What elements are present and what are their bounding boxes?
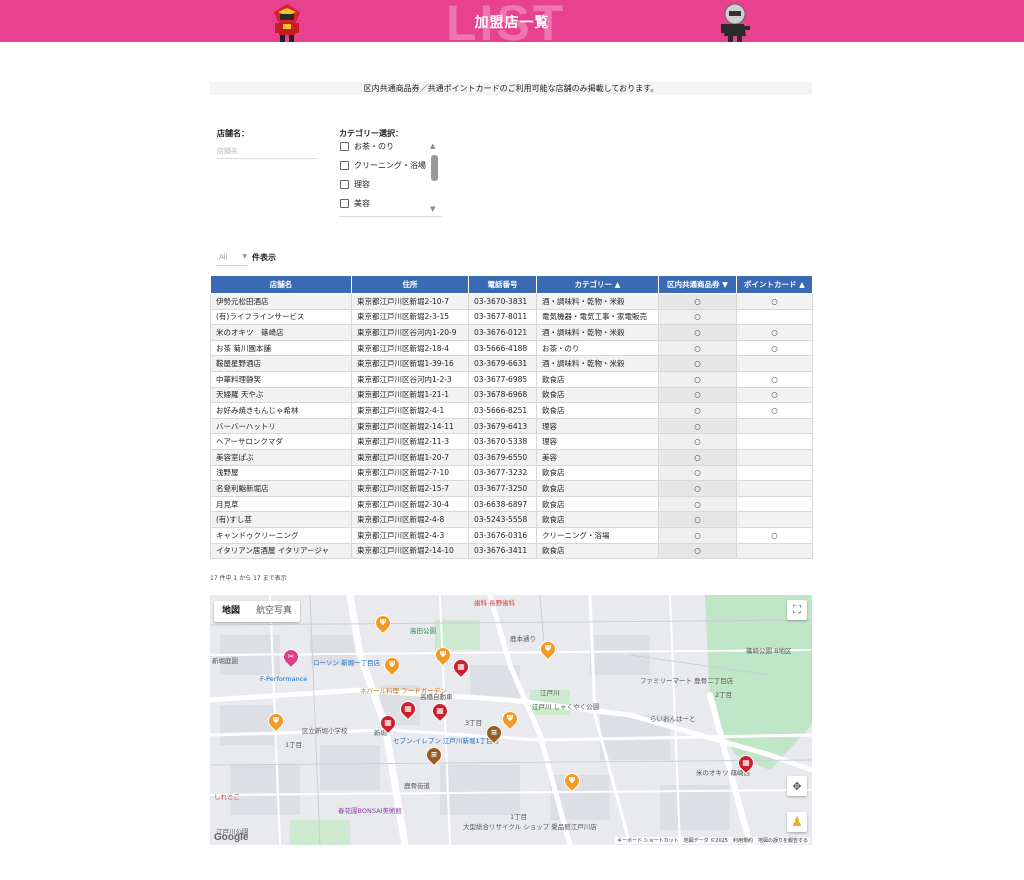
map-label: セブン-イレブン 江戸川新堀1丁目店 [393, 737, 500, 745]
table-row: 浅野屋 東京都江戸川区新堀2-7-10 03-3677-3232 飲食店 ○ [210, 464, 813, 482]
map-camera-control-icon[interactable]: ✥ [787, 776, 807, 796]
scroll-down-arrow-icon[interactable]: ▼ [430, 205, 435, 213]
category-scrollbar-thumb[interactable] [431, 155, 438, 181]
store-table: 店舗名 住所 電話番号 カテゴリー ▲ 区内共通商品券 ▼ ポイントカード ▲ … [210, 275, 813, 560]
checkbox[interactable] [340, 141, 349, 151]
category-option[interactable]: 理容 [340, 178, 370, 190]
map-label: 高田公園 [410, 627, 436, 635]
category-listbox[interactable]: お茶・のり クリーニング・浴場 理容 美容 [339, 138, 442, 217]
scroll-up-arrow-icon[interactable]: ▲ [430, 142, 435, 150]
google-logo: Google [214, 832, 249, 843]
store-name-label: 店舗名： [217, 129, 249, 138]
chevron-down-icon: ▼ [242, 253, 247, 260]
map-label: しれとこ [214, 793, 240, 801]
map-label: 2丁目 [715, 691, 733, 699]
pegman-icon[interactable]: ♟ [787, 812, 807, 832]
table-row: (有)ライフラインサービス 東京都江戸川区新堀2-3-15 03-3677-8011… [210, 308, 813, 326]
table-row: 伊勢元松田酒店 東京都江戸川区新堀2-10-7 03-3670-3831 酒・調味料・… [210, 293, 813, 310]
table-row: イタリアン居酒屋 イタリアージャ 東京都江戸川区新堀2-14-10 03-3676-… [210, 542, 813, 560]
table-header-row: 店舗名 住所 電話番号 カテゴリー ▲ 区内共通商品券 ▼ ポイントカード ▲ [210, 275, 813, 294]
col-header-category[interactable]: カテゴリー ▲ [536, 275, 659, 294]
sort-asc-icon: ▲ [614, 280, 621, 289]
checkbox[interactable] [340, 160, 349, 170]
map-label: 歯科 長野歯科 [474, 599, 516, 607]
category-option[interactable]: 美容 [340, 197, 370, 209]
table-row: ヘアーサロンクマダ 東京都江戸川区新堀2-11-3 03-3670-5338 理容 ○ [210, 433, 813, 450]
map-label: 1丁目 [285, 741, 303, 749]
map-label: ローソン 新堀一丁目店 [313, 659, 381, 667]
table-row: (有)すし甚 東京都江戸川区新堀2-4-8 03-5243-5558 飲食店 ○ [210, 511, 813, 528]
map-label: 篠崎公園 B地区 [746, 647, 792, 655]
checkbox[interactable] [340, 198, 349, 208]
map-type-tabs: 地図 航空写真 [214, 601, 301, 622]
notice-banner: 区内共通商品券／共通ポイントカードのご利用可能な店舗のみ掲載しております。 [210, 82, 812, 95]
table-row: お好み焼きもんじゃ希林 東京都江戸川区新堀2-4-1 03-5666-8251 飲食店… [210, 402, 813, 419]
category-option[interactable]: クリーニング・浴場 [340, 159, 426, 171]
map-label: 江戸川 しゃくやく公園 [532, 703, 600, 711]
category-option[interactable]: お茶・のり [340, 140, 394, 152]
map-label: 鹿骨街道 [404, 782, 430, 790]
table-info: 17 件中 1 から 17 まで表示 [210, 575, 287, 582]
table-row: バーバーハットリ 東京都江戸川区新堀2-14-11 03-3679-6413 理容 ○ [210, 417, 813, 435]
map-tab-satellite[interactable]: 航空写真 [248, 601, 300, 622]
map-label: らいおんはーと [650, 715, 696, 723]
sort-desc-icon: ▼ [722, 280, 728, 289]
map-label: ファミリーマート 鹿骨二丁目店 [640, 677, 734, 685]
site-header: LIST 加盟店一覧 [0, 0, 1024, 42]
table-row: 名登利鮨新堀店 東京都江戸川区新堀2-15-7 03-3677-3250 飲食店 ○ [210, 480, 813, 497]
col-header-point-card[interactable]: ポイントカード ▲ [736, 275, 813, 294]
checkbox[interactable] [340, 179, 349, 189]
map-label: 新堀庭園 [212, 657, 238, 665]
map-attribution: キーボード ショートカット 地図データ ©2025 利用規約 地図の誤りを報告す… [615, 837, 810, 844]
map-label: 1丁目 [510, 813, 528, 821]
col-header-name[interactable]: 店舗名 [210, 275, 352, 294]
map-label: 春花園BONSAI美術館 [338, 807, 402, 815]
store-name-input[interactable] [217, 144, 317, 159]
map-label: F-Performance [260, 675, 308, 683]
map-label: 高橋自動車 [420, 693, 453, 701]
col-header-gift-voucher[interactable]: 区内共通商品券 ▼ [658, 275, 737, 294]
table-row: 鞍屋星野酒店 東京都江戸川区新堀1-39-16 03-3679-6631 酒・調味料・… [210, 355, 813, 372]
table-row: 中華料理静笑 東京都江戸川区谷河内1-2-3 03-3677-6985 飲食店 ○ ○ [210, 370, 813, 388]
table-row: お茶 菊川園本舗 東京都江戸川区新堀2-18-4 03-5666-4188 お茶・のり… [210, 339, 813, 357]
table-row: 米のオキツ 篠崎店 東京都江戸川区谷河内1-20-9 03-3676-0121 酒・調… [210, 324, 813, 341]
table-row: 天婦羅 天やぶ 東京都江戸川区新堀1-21-1 03-3678-6968 飲食店 ○ ○ [210, 386, 813, 404]
sort-asc-icon: ▲ [799, 280, 805, 289]
map-tab-map[interactable]: 地図 [214, 601, 248, 622]
map-label: 3丁目 [465, 719, 483, 727]
table-row: 月見草 東京都江戸川区新堀2-30-4 03-6638-6897 飲食店 ○ [210, 495, 813, 513]
page-length-suffix: 件表示 [252, 253, 276, 262]
map-label: 鹿本通り [510, 635, 536, 643]
col-header-phone[interactable]: 電話番号 [468, 275, 537, 294]
fullscreen-icon[interactable]: ⛶ [787, 600, 807, 620]
map-label: 大型総合リサイクル ショップ 愛品館江戸川店 [463, 823, 597, 831]
page-title: 加盟店一覧 [474, 15, 550, 31]
map-label: 江戸川 [540, 689, 560, 697]
page-length-select[interactable]: All ▼ [216, 250, 247, 266]
table-row: キャンドゥクリーニング 東京都江戸川区新堀2-4-3 03-3676-0316 クリー… [210, 526, 813, 544]
table-row: 美容室ぱぶ 東京都江戸川区新堀1-20-7 03-3679-6550 美容 ○ [210, 448, 813, 466]
map-widget[interactable]: 地図 航空写真 ⛶ ✥ ♟ 歯科 長野歯科 高田公園 ローソン 新堀一丁目店 F… [210, 595, 812, 845]
col-header-address[interactable]: 住所 [351, 275, 469, 294]
map-label: 区立新堀小学校 [302, 727, 348, 735]
